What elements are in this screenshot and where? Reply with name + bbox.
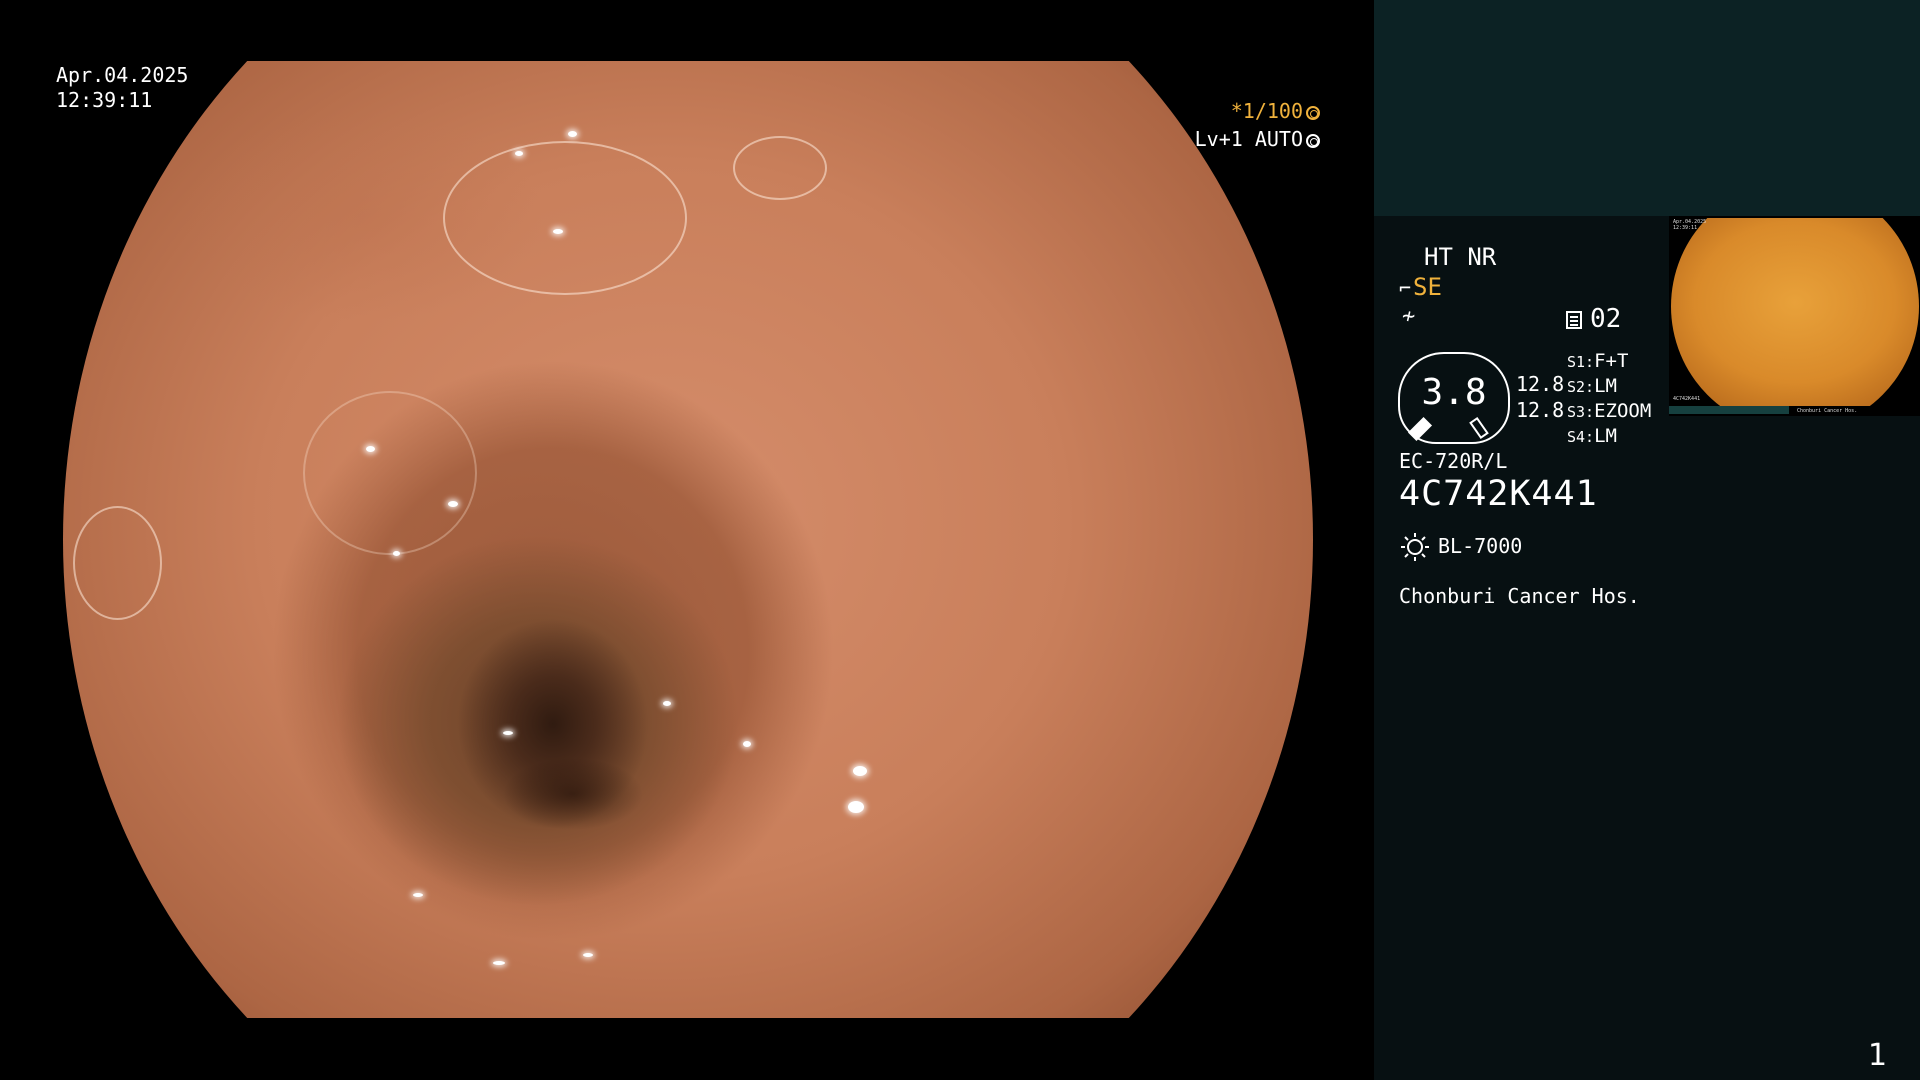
slot-number: 02	[1590, 304, 1622, 334]
light-reflection	[413, 893, 423, 897]
brightness-level-indicator: Lv+1 AUTO	[1160, 127, 1320, 151]
switch-row-s3: S3:EZOOM	[1567, 400, 1651, 422]
light-source-model: BL-7000	[1438, 534, 1523, 558]
mode-status: HT NR	[1424, 243, 1497, 271]
light-reflection	[366, 446, 375, 452]
light-reflection	[848, 801, 864, 813]
time-text: 12:39:11	[56, 88, 153, 112]
shutter-indicator: *1/100	[1160, 99, 1320, 123]
thumbnail-serial: 4C742K441	[1673, 396, 1701, 402]
aperture-icon	[1306, 106, 1320, 120]
thumbnail-time: 12:39:11	[1673, 225, 1698, 231]
endoscope-image	[63, 61, 1313, 1018]
thumbnail-image	[1671, 218, 1919, 406]
switch-row-s1: S1:F+T	[1567, 350, 1628, 372]
filter-icon: ≁	[1402, 304, 1416, 329]
structure-enhancement-status: ⌐SE	[1399, 273, 1442, 301]
light-reflection	[393, 551, 400, 556]
info-panel-header	[1374, 0, 1920, 216]
light-reflection	[503, 731, 513, 735]
endoscope-view: Apr.04.2025 12:39:11 *1/100 Lv+1 AUTO	[0, 0, 1374, 1080]
light-reflection	[583, 953, 593, 957]
light-reflection	[448, 501, 458, 507]
bubble	[443, 141, 687, 295]
memory-slot: 02	[1566, 304, 1621, 334]
light-reflection	[493, 961, 505, 965]
thumbnail-hospital: Chonburi Cancer Hos.	[1797, 408, 1858, 414]
switch-row-s2: S2:LM	[1567, 375, 1617, 397]
switch-value: EZOOM	[1594, 400, 1652, 422]
bubble	[303, 391, 477, 555]
switch-value: F+T	[1594, 350, 1629, 372]
light-reflection	[515, 151, 523, 156]
light-reflection	[743, 741, 751, 747]
scope-model: EC-720R/L	[1399, 449, 1508, 473]
switch-value: LM	[1594, 375, 1617, 397]
page-number: 1	[1868, 1038, 1888, 1073]
se-label: SE	[1413, 273, 1442, 301]
date-time-display: Apr.04.2025 12:39:11	[56, 63, 188, 113]
switch-key: S4:	[1567, 428, 1595, 446]
memory-icon	[1566, 311, 1582, 329]
auto-brightness-icon	[1306, 134, 1320, 148]
light-reflection	[553, 229, 563, 234]
light-reflection	[853, 766, 867, 776]
captured-image-thumbnail[interactable]: Apr.04.2025 12:39:11 4C742K441 Chonburi …	[1669, 216, 1920, 416]
gauge-number: 12.8	[1516, 372, 1565, 396]
bubble	[733, 136, 827, 200]
bubble	[73, 506, 162, 620]
scope-serial-number: 4C742K441	[1399, 474, 1598, 514]
level-text: Lv+1 AUTO	[1194, 127, 1303, 151]
gauge-number: 12.8	[1516, 398, 1565, 422]
light-reflection	[568, 131, 577, 137]
switch-row-s4: S4:LM	[1567, 425, 1617, 447]
switch-value: LM	[1594, 425, 1617, 447]
switch-key: S3:	[1567, 403, 1595, 421]
light-reflection	[663, 701, 671, 706]
switch-key: S1:	[1567, 353, 1595, 371]
hospital-name: Chonburi Cancer Hos.	[1399, 584, 1640, 608]
zoom-gauge-value: 3.8	[1421, 372, 1487, 413]
shutter-text: *1/100	[1230, 99, 1303, 123]
switch-key: S2:	[1567, 378, 1595, 396]
enhancement-icon: ⌐	[1399, 276, 1412, 300]
date-text: Apr.04.2025	[56, 63, 189, 87]
light-source-icon	[1401, 533, 1429, 561]
thumbnail-bar	[1669, 406, 1789, 414]
